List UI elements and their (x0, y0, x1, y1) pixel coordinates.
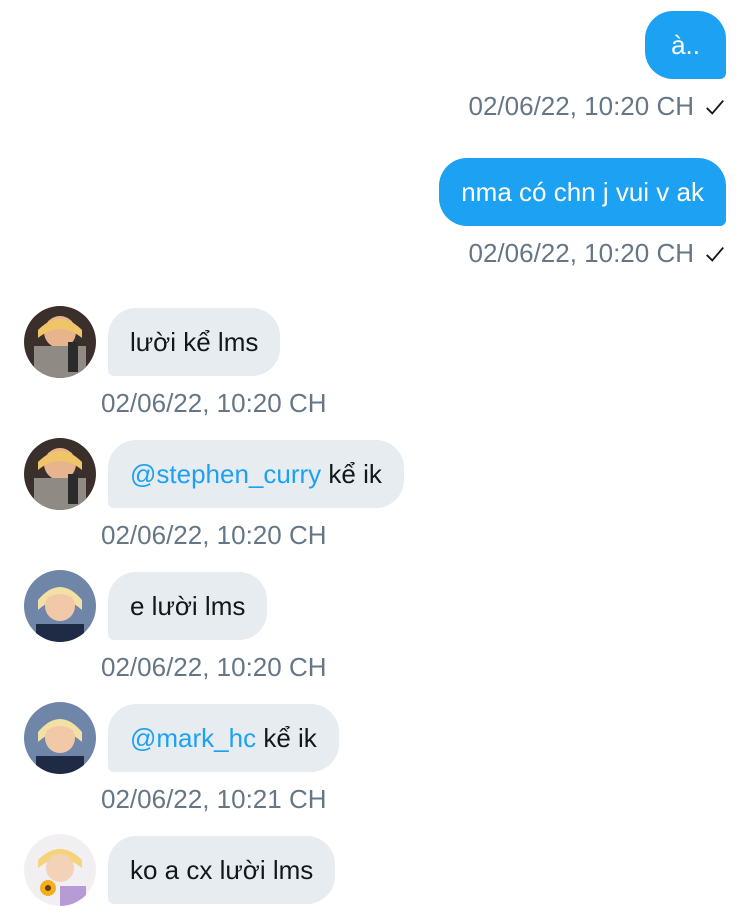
message-meta: 02/06/22, 10:20 CH (469, 91, 727, 122)
avatar-image (24, 834, 96, 906)
mention-link[interactable]: @mark_hc (130, 723, 256, 753)
message-timestamp: 02/06/22, 10:20 CH (101, 652, 327, 682)
avatar-image (24, 570, 96, 642)
message-timestamp: 02/06/22, 10:20 CH (101, 520, 327, 550)
avatar-image (24, 438, 96, 510)
message-bubble-incoming[interactable]: ko a cx lười lms (108, 836, 336, 904)
message-bubble-incoming[interactable]: @stephen_curry kể ik (108, 440, 404, 508)
mention-link[interactable]: @stephen_curry (130, 459, 321, 489)
message-outgoing: nma có chn j vui v ak 02/06/22, 10:20 CH (439, 158, 726, 269)
message-incoming: ko a cx lười lms (24, 834, 336, 906)
message-bubble-incoming[interactable]: @mark_hc kể ik (108, 704, 339, 772)
message-bubble-outgoing[interactable]: nma có chn j vui v ak (439, 158, 726, 226)
avatar[interactable] (24, 438, 96, 510)
message-text: ko a cx lười lms (130, 855, 314, 885)
message-incoming: e lười lms 02/06/22, 10:20 CH (24, 570, 327, 683)
message-text: kể ik (321, 459, 382, 489)
message-text: nma có chn j vui v ak (461, 177, 704, 207)
avatar[interactable] (24, 834, 96, 906)
message-text: kể ik (256, 723, 317, 753)
message-meta: 02/06/22, 10:20 CH (469, 238, 727, 269)
message-bubble-outgoing[interactable]: à.. (645, 11, 726, 79)
message-incoming: @mark_hc kể ik 02/06/22, 10:21 CH (24, 702, 339, 815)
message-text: e lười lms (130, 591, 246, 621)
avatar-image (24, 306, 96, 378)
message-incoming: @stephen_curry kể ik 02/06/22, 10:20 CH (24, 438, 404, 551)
message-incoming: lười kể lms 02/06/22, 10:20 CH (24, 306, 327, 419)
conversation: à.. 02/06/22, 10:20 CH nma có chn j vui … (0, 0, 750, 906)
message-bubble-incoming[interactable]: e lười lms (108, 572, 268, 640)
message-outgoing: à.. 02/06/22, 10:20 CH (469, 11, 727, 122)
avatar[interactable] (24, 702, 96, 774)
check-icon (706, 99, 724, 115)
check-icon (706, 246, 724, 262)
message-timestamp: 02/06/22, 10:20 CH (468, 91, 695, 121)
avatar[interactable] (24, 570, 96, 642)
message-timestamp: 02/06/22, 10:20 CH (101, 388, 327, 418)
message-bubble-incoming[interactable]: lười kể lms (108, 308, 281, 376)
message-text: à.. (671, 30, 700, 60)
avatar[interactable] (24, 306, 96, 378)
avatar-image (24, 702, 96, 774)
message-timestamp: 02/06/22, 10:20 CH (468, 238, 695, 268)
message-timestamp: 02/06/22, 10:21 CH (101, 784, 327, 814)
message-text: lười kể lms (130, 327, 259, 357)
